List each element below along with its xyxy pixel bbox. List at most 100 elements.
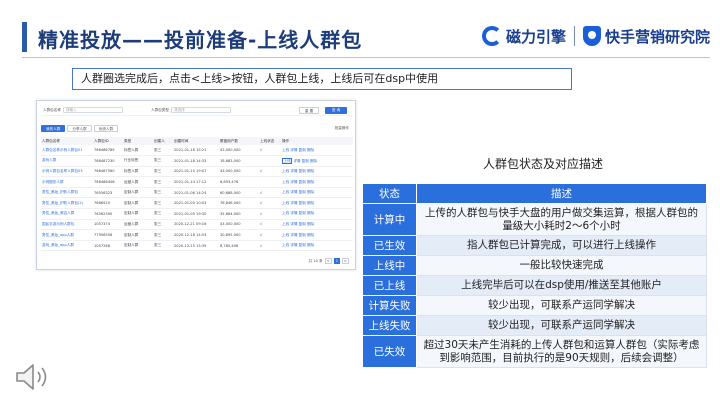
status-description: 上传的人群包与快手大盘的用户做交集运算，根据人群包的量级大小耗时2～6个小时	[416, 203, 707, 236]
table-cell-creator: 张三	[153, 229, 173, 241]
col-header: 人群包名称	[41, 137, 93, 145]
reset-button[interactable]: 重 置	[299, 107, 319, 114]
table-cell-state	[259, 176, 281, 188]
table-cell-created: 2021-01-06 14:24	[173, 187, 219, 199]
table-cell-name[interactable]: 国民手游示例人群包	[41, 219, 93, 231]
pager-next[interactable]: >	[341, 258, 349, 264]
status-description: 较少出现，可联系产运同学解决	[416, 315, 707, 336]
status-row: 计算中 上传的人群包与快手大盘的用户做交集运算，根据人群包的量级大小耗时2～6个小…	[362, 203, 707, 236]
table-cell-name[interactable]: 示例图形人群	[41, 176, 93, 188]
magnet-c-logo-icon	[481, 26, 502, 46]
table-cell-type: 定制人群	[123, 187, 153, 199]
table-cell-created: 2020-12-18 14:53	[173, 229, 219, 241]
status-table-title: 人群包状态及对应描述	[482, 157, 603, 171]
status-row: 上线失败 较少出现，可联系产运同学解决	[362, 315, 707, 336]
table-cell-name[interactable]: 男性_美妆_美容人群	[41, 208, 93, 220]
table-cell-count: 35,684,000	[219, 208, 259, 220]
query-button[interactable]: 查 询	[325, 107, 347, 114]
table-cell-ops[interactable]: 上线 详情 复制 删除	[281, 187, 353, 199]
description-box: 人群圈选完成后，点击<上线>按钮，人群包上线，上线后可在dsp中使用	[72, 68, 572, 90]
table-cell-creator: 张三	[153, 219, 173, 231]
pager-total: 共 10 条	[308, 258, 323, 263]
crowd-list-screenshot: 人群包名称 请输入 人群包类型 请选择 重 置 查 询 我的人群 分享人群 系统…	[36, 100, 356, 270]
status-row: 计算失败 较少出现，可联系产运同学解决	[362, 295, 707, 316]
status-table-header: 状态 描述	[362, 183, 707, 204]
table-cell-ops[interactable]: 上线 详情 复制 删除	[281, 155, 353, 167]
status-name: 已生效	[362, 235, 417, 256]
table-cell-state	[259, 155, 281, 167]
table-cell-count: 76,846,000	[219, 197, 259, 210]
table-row: 国民手游示例人群包 1057374 运营人群 张三 2020-12-21 09:16 43…	[41, 219, 353, 231]
table-cell-name[interactable]: 人群包名称示例人群包01	[41, 145, 93, 157]
col-header: 覆盖用户数	[219, 137, 259, 145]
table-row: 男性_美妆_护肤人群包(2) 7666520 定制人群 张三 2021-01-05 10…	[41, 197, 353, 210]
tab-shared-crowd[interactable]: 分享人群	[67, 125, 92, 132]
status-description: 上线完毕后可以在dsp使用/推送至其他账户	[416, 275, 707, 296]
table-cell-name[interactable]: 游戏_美妆_app人群	[41, 240, 93, 252]
table-cell-name[interactable]: 游戏人群	[41, 155, 93, 167]
table-cell-creator: 张三	[153, 145, 173, 157]
table-cell-name[interactable]: 男性_美妆_app人群	[41, 229, 93, 241]
table-cell-ops[interactable]: 上线 详情 复制 删除	[281, 166, 353, 178]
table-cell-state: √	[259, 240, 281, 252]
status-name: 已失效	[362, 335, 417, 368]
table-row: 人群包名称示例人群包01 766486789 标签人群 张三 2021-01-18 15…	[41, 145, 353, 157]
table-cell-creator: 张三	[153, 208, 173, 220]
col-header: 创建时间	[173, 137, 219, 145]
table-cell-name[interactable]: 示例人群包名称人群包03	[41, 166, 93, 178]
status-row: 上线中 一般比较快速完成	[362, 255, 707, 276]
table-cell-id: 1057374	[93, 219, 123, 231]
table-cell-count: 8,893,476	[219, 176, 259, 188]
table-cell-type: 运营人群	[123, 176, 153, 188]
status-name: 计算失败	[362, 295, 417, 316]
table-cell-count: 60,688,000	[219, 187, 259, 199]
table-cell-type: 标签人群	[123, 145, 153, 157]
status-name: 计算中	[362, 203, 417, 236]
table-cell-id: 77956556	[93, 229, 123, 241]
status-name: 已上线	[362, 275, 417, 296]
crowd-name-input[interactable]: 请输入	[63, 107, 123, 113]
table-cell-created: 2021-01-18 14:33	[173, 155, 219, 167]
table-cell-ops[interactable]: 上线 详情 复制 删除	[281, 208, 353, 220]
table-cell-ops[interactable]: 上线 详情 复制 删除	[281, 219, 353, 231]
table-cell-ops[interactable]: 上线 详情 复制 删除	[281, 240, 353, 252]
tab-my-crowd[interactable]: 我的人群	[41, 125, 66, 132]
table-cell-type: 定制人群	[123, 229, 153, 241]
speaker-icon[interactable]	[14, 362, 54, 392]
online-button-highlight[interactable]: 上线	[282, 157, 293, 164]
table-cell-count: 43,000,000	[219, 219, 259, 231]
status-table: 状态 描述 计算中 上传的人群包与快手大盘的用户做交集运算，根据人群包的量级大小耗…	[362, 183, 707, 368]
table-cell-state: √	[259, 219, 281, 231]
filter-label-name: 人群包名称	[43, 108, 61, 112]
pager-prev[interactable]: <	[324, 258, 332, 264]
table-cell-created: 2021-01-18 15:21	[173, 145, 219, 157]
table-cell-creator: 张三	[153, 197, 173, 210]
table-cell-count: 43,000,000	[219, 166, 259, 178]
table-cell-state: √	[259, 229, 281, 241]
table-cell-ops[interactable]: 上线 详情 复制 删除	[281, 145, 353, 157]
table-cell-type: 定制人群	[123, 197, 153, 210]
batch-action-link[interactable]: 批量操作	[335, 126, 349, 131]
pager-page[interactable]: 1	[333, 258, 340, 264]
crowd-tabs: 我的人群 分享人群 系统人群	[41, 125, 119, 133]
table-cell-state: √	[259, 208, 281, 220]
table-cell-id: 76556323	[93, 187, 123, 199]
table-cell-ops[interactable]: 上线 详情 复制 删除	[281, 197, 353, 210]
status-description: 超过30天未产生消耗的上传人群包和运算人群包（实际考虑到影响范围，目前执行的是9…	[416, 335, 707, 368]
table-cell-count: 43,000,000	[219, 145, 259, 157]
table-cell-ops[interactable]: 上线 详情 复制 删除	[281, 229, 353, 241]
status-name: 上线中	[362, 255, 417, 276]
table-row: 男性_美妆_app人群 77956556 定制人群 张三 2020-12-18 14:5…	[41, 229, 353, 241]
status-row: 已上线 上线完毕后可以在dsp使用/推送至其他账户	[362, 275, 707, 296]
table-row: 示例图形人群 766486408 运营人群 张三 2021-01-14 17:12 8,8…	[41, 176, 353, 188]
table-cell-creator: 张三	[153, 240, 173, 252]
table-cell-name[interactable]: 男性_美妆_护肤人群包	[41, 187, 93, 199]
filter-label-type: 人群包类型	[151, 108, 169, 112]
status-description: 较少出现，可联系产运同学解决	[416, 295, 707, 316]
table-cell-ops[interactable]: 上线 详情 复制 删除	[281, 176, 353, 188]
tab-system-crowd[interactable]: 系统人群	[93, 125, 119, 132]
table-cell-name[interactable]: 男性_美妆_护肤人群包(2)	[41, 197, 93, 210]
table-cell-created: 2020-12-15 15:39	[173, 240, 219, 252]
crowd-type-select[interactable]: 请选择	[171, 107, 231, 113]
table-cell-id: 766487230	[93, 155, 123, 167]
